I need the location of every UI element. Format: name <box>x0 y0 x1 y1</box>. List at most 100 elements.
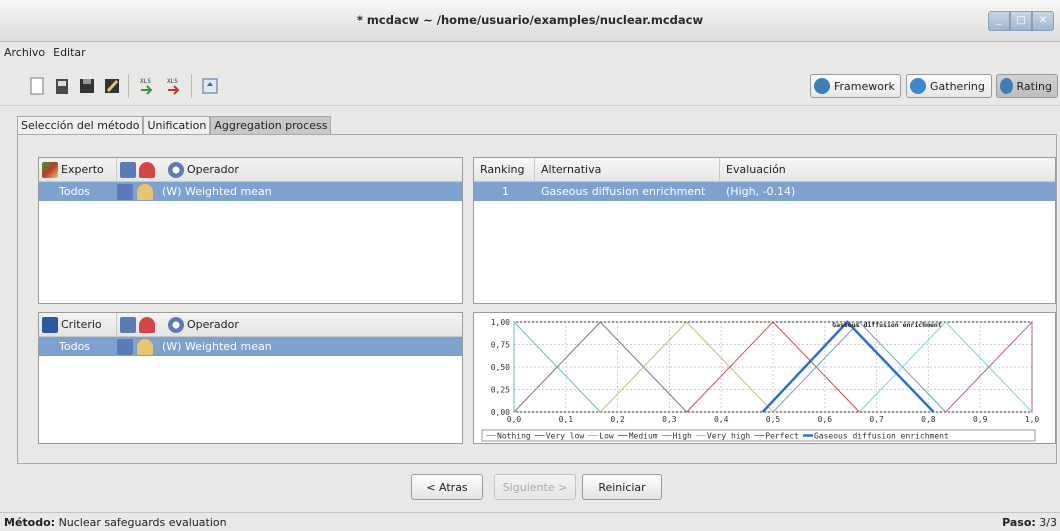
report-icon[interactable] <box>200 76 220 96</box>
fuzzy-chart: 0,0 0,1 0,2 0,3 0,4 0,5 0,6 0,7 0,8 0,9 1,00,000,2… <box>481 318 1040 442</box>
expert-icon <box>42 161 58 178</box>
gear-icon <box>168 316 184 333</box>
rating-icon <box>1000 78 1013 94</box>
step-indicator: Paso: 3/3 <box>1002 516 1057 529</box>
criteria-header: Criterio Operador <box>39 313 462 337</box>
step-label: Paso: <box>1002 516 1036 529</box>
next-button[interactable]: Siguiente > <box>494 474 576 500</box>
new-icon[interactable] <box>27 76 47 96</box>
column-evaluacion[interactable]: Evaluación <box>720 158 1055 181</box>
reset-button[interactable]: Reiniciar <box>582 474 662 500</box>
rating-label: Rating <box>1016 79 1052 93</box>
criteria-panel: Criterio Operador Todos (W) Weighted mea… <box>38 312 463 444</box>
x-tick-label: 0,1 <box>559 415 574 424</box>
expert-header: Experto Operador <box>39 158 462 182</box>
table-row[interactable]: 1 Gaseous diffusion enrichment (High, -0… <box>474 182 1055 201</box>
x-tick-label: 0,8 <box>921 415 936 424</box>
framework-icon <box>814 78 830 94</box>
toolbar-separator <box>128 74 129 98</box>
window-controls: _ □ ✕ <box>988 11 1054 31</box>
x-tick-label: 0,2 <box>610 415 625 424</box>
menu-editar[interactable]: Editar <box>53 46 86 60</box>
x-tick-label: 1,0 <box>1025 415 1040 424</box>
x-tick-label: 0,7 <box>869 415 884 424</box>
operator-header-label: Operador <box>187 318 239 331</box>
row-alternative: Gaseous diffusion enrichment <box>541 185 706 198</box>
save-icon[interactable] <box>77 76 97 96</box>
edit-icon[interactable] <box>117 183 133 200</box>
step-value: 3/3 <box>1039 516 1057 529</box>
lock-icon[interactable] <box>139 316 155 333</box>
criteria-row-todos[interactable]: Todos (W) Weighted mean <box>39 337 462 356</box>
expert-row-operator: (W) Weighted mean <box>162 185 272 198</box>
legend-label: Nothing <box>497 432 531 441</box>
expert-row-name: Todos <box>59 185 91 198</box>
edit-icon[interactable] <box>120 316 136 333</box>
column-alternativa[interactable]: Alternativa <box>535 158 720 181</box>
legend-label: Perfect <box>765 432 799 441</box>
y-tick-label: 0,00 <box>491 408 510 417</box>
method-label: Método: <box>4 516 56 529</box>
export-xls-icon[interactable]: XLS <box>164 76 184 96</box>
column-ranking[interactable]: Ranking <box>474 158 535 181</box>
legend-label: High <box>673 432 692 441</box>
legend-label: Medium <box>629 432 658 441</box>
expert-header-label: Experto <box>61 163 104 176</box>
chart-panel: 0,0 0,1 0,2 0,3 0,4 0,5 0,6 0,7 0,8 0,9 1,0 0,00 0,2… <box>473 312 1056 444</box>
legend-label: Low <box>599 432 614 441</box>
minimize-icon[interactable]: _ <box>988 11 1010 31</box>
framework-button[interactable]: Framework <box>810 74 901 98</box>
y-tick-label: 0,50 <box>491 363 510 372</box>
expert-column-header[interactable]: Experto <box>39 158 117 181</box>
toolbar: XLS XLS Framework Gathering Rating <box>0 66 1060 106</box>
menu-archivo[interactable]: Archivo <box>4 46 45 60</box>
maximize-icon[interactable]: □ <box>1010 11 1032 31</box>
expert-header-icons <box>117 158 165 181</box>
rating-button[interactable]: Rating <box>996 74 1058 98</box>
title-bar: * mcdacw ~ /home/usuario/examples/nuclea… <box>0 0 1060 42</box>
import-xls-icon[interactable]: XLS <box>137 76 157 96</box>
operator-header-label: Operador <box>187 163 239 176</box>
legend-label: Gaseous diffusion enrichment <box>814 432 949 441</box>
tab-aggregation-process[interactable]: Aggregation process <box>210 116 332 135</box>
gear-icon <box>168 161 184 178</box>
unlock-icon[interactable] <box>137 183 153 200</box>
y-tick-label: 0,75 <box>491 341 510 350</box>
tab-unification[interactable]: Unification <box>143 116 211 135</box>
x-tick-label: 0,6 <box>818 415 833 424</box>
criteria-column-header[interactable]: Criterio <box>39 313 117 336</box>
back-button[interactable]: < Atras <box>411 474 483 500</box>
chart-title: Gaseous diffusion enrichment <box>832 321 942 329</box>
close-icon[interactable]: ✕ <box>1032 11 1054 31</box>
tab-bar: Selección del método Unification Aggrega… <box>17 116 332 135</box>
expert-row-todos[interactable]: Todos (W) Weighted mean <box>39 182 462 201</box>
legend-label: Very high <box>707 432 751 441</box>
ranking-table-header: Ranking Alternativa Evaluación <box>474 158 1055 182</box>
edit-icon[interactable] <box>120 161 136 178</box>
criteria-header-icons <box>117 313 165 336</box>
svg-text:XLS: XLS <box>140 78 151 85</box>
operator-column-header[interactable]: Operador <box>165 313 242 336</box>
ranking-table: Ranking Alternativa Evaluación 1 Gaseous… <box>473 157 1056 304</box>
x-tick-label: 0,9 <box>973 415 988 424</box>
legend-label: Very low <box>546 432 585 441</box>
save-as-icon[interactable] <box>102 76 122 96</box>
window-title: * mcdacw ~ /home/usuario/examples/nuclea… <box>356 13 704 27</box>
framework-label: Framework <box>834 79 895 93</box>
criteria-row-operator: (W) Weighted mean <box>162 340 272 353</box>
toolbar-separator <box>191 74 192 98</box>
y-tick-label: 0,25 <box>491 386 510 395</box>
x-tick-label: 0,4 <box>714 415 729 424</box>
operator-column-header[interactable]: Operador <box>165 158 242 181</box>
status-bar: Método: Nuclear safeguards evaluation Pa… <box>0 512 1060 531</box>
aggregation-panel: Experto Operador Todos (W) Weighted mean… <box>17 134 1057 464</box>
unlock-icon[interactable] <box>137 338 153 355</box>
edit-icon[interactable] <box>117 338 133 355</box>
row-ranking: 1 <box>502 185 509 198</box>
x-tick-label: 0,3 <box>662 415 677 424</box>
gathering-button[interactable]: Gathering <box>906 74 992 98</box>
svg-text:XLS: XLS <box>167 78 178 85</box>
lock-icon[interactable] <box>139 161 155 178</box>
open-icon[interactable] <box>52 76 72 96</box>
tab-seleccion-metodo[interactable]: Selección del método <box>17 116 144 135</box>
